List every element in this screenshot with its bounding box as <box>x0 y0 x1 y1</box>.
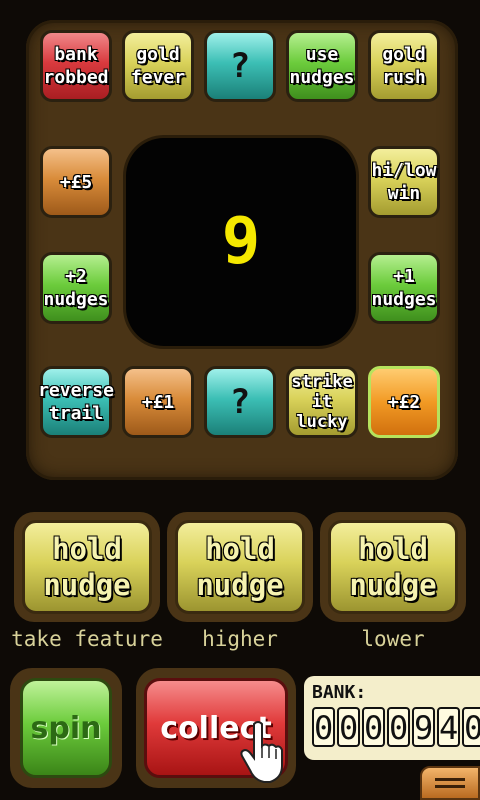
bank-label: BANK: <box>312 682 367 703</box>
pointer-hand-icon <box>240 721 283 783</box>
tile-mystery-top[interactable]: ? <box>204 30 276 102</box>
bank-digit: 0 <box>312 707 335 747</box>
tile-use-nudges[interactable]: use nudges <box>286 30 358 102</box>
tile-plus-1-pound[interactable]: +£1 <box>122 366 194 438</box>
bank-digit: 0 <box>337 707 360 747</box>
bank-digit: 0 <box>387 707 410 747</box>
tile-plus-2-pounds[interactable]: +£2 <box>368 366 440 438</box>
hold-label-top: hold <box>205 532 275 566</box>
tile-plus-2-nudges[interactable]: +2 nudges <box>40 252 112 324</box>
hold-nudge-frame-1: hold nudge <box>14 512 160 622</box>
hold-nudge-frame-2: hold nudge <box>167 512 313 622</box>
number-display: 9 <box>126 138 356 346</box>
lower-label: lower <box>361 627 425 651</box>
nudge-label-bottom: nudge <box>349 568 437 602</box>
menu-icon[interactable] <box>420 766 480 800</box>
take-feature-label: take feature <box>11 627 163 651</box>
tile-gold-rush[interactable]: gold rush <box>368 30 440 102</box>
hold-label-top: hold <box>358 532 428 566</box>
hold-nudge-button-3[interactable]: hold nudge <box>328 520 458 614</box>
tile-plus-5-pounds[interactable]: +£5 <box>40 146 112 218</box>
bank-digit: 9 <box>412 707 435 747</box>
tile-reverse-trail[interactable]: reverse trail <box>38 366 114 438</box>
spin-button[interactable]: spin <box>20 678 112 778</box>
hold-nudge-button-1[interactable]: hold nudge <box>22 520 152 614</box>
bank-digit: 4 <box>437 707 460 747</box>
tile-strike-it-lucky[interactable]: strike it lucky <box>286 366 358 438</box>
tile-plus-1-nudges[interactable]: +1 nudges <box>368 252 440 324</box>
spin-frame: spin <box>10 668 122 788</box>
tile-mystery-bottom[interactable]: ? <box>204 366 276 438</box>
display-number: 9 <box>221 205 261 279</box>
hold-label-top: hold <box>52 532 122 566</box>
tile-bank-robbed[interactable]: bank robbed <box>40 30 112 102</box>
hold-nudge-frame-3: hold nudge <box>320 512 466 622</box>
tile-hi-low-win[interactable]: hi/low win <box>368 146 440 218</box>
hold-nudge-button-2[interactable]: hold nudge <box>175 520 305 614</box>
bank-digit: 0 <box>362 707 385 747</box>
nudge-label-bottom: nudge <box>196 568 284 602</box>
bank-digit: 0 <box>462 707 480 747</box>
tile-gold-fever[interactable]: gold fever <box>122 30 194 102</box>
bank-value: 0000940 <box>312 707 480 747</box>
higher-label: higher <box>202 627 278 651</box>
nudge-label-bottom: nudge <box>43 568 131 602</box>
bank-panel: BANK: 0000940 <box>304 676 480 760</box>
